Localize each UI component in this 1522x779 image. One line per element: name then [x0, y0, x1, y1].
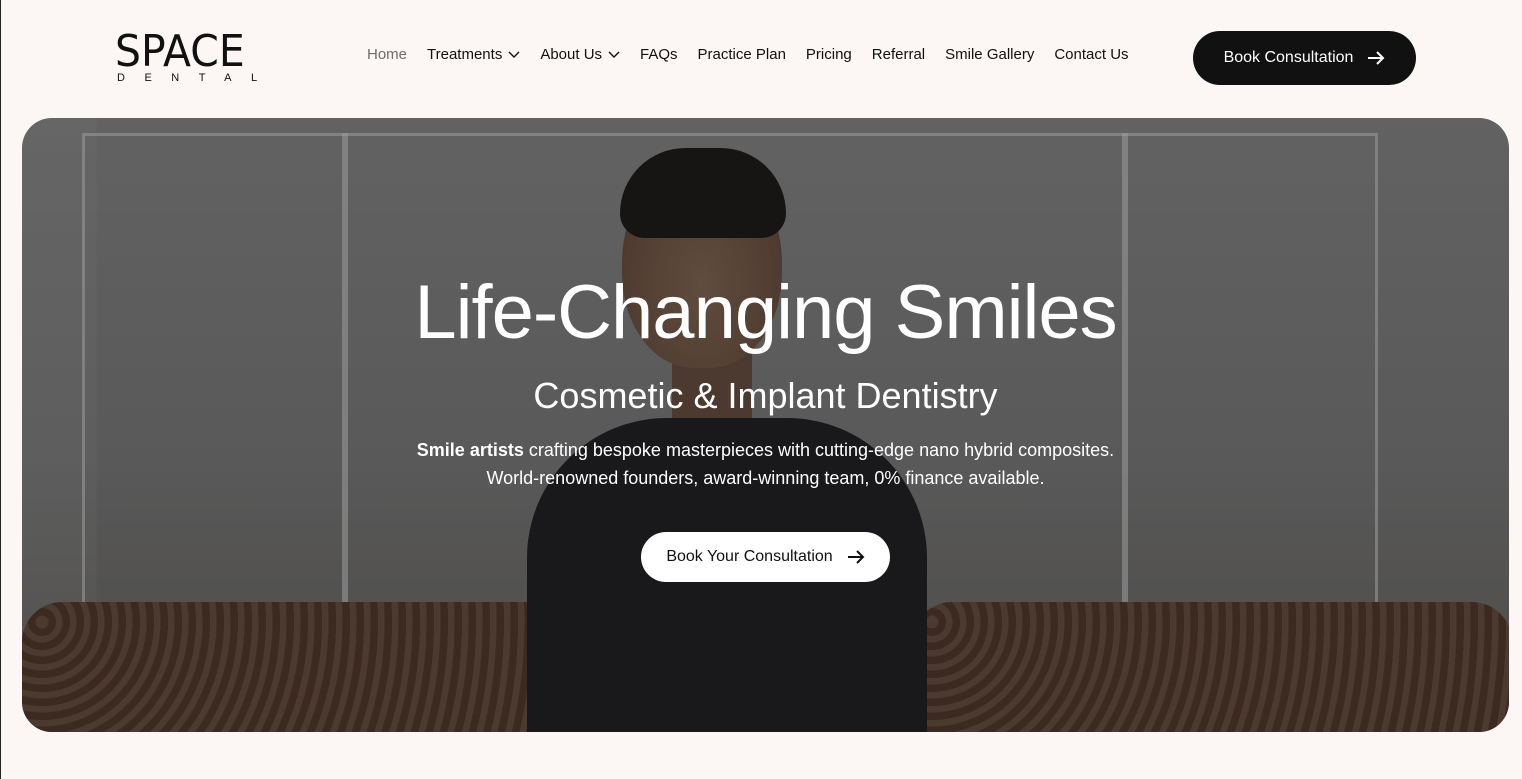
nav-pricing[interactable]: Pricing: [806, 46, 852, 63]
hero-description-bold: Smile artists: [416, 440, 524, 460]
nav-home-label: Home: [367, 46, 408, 63]
nav-contact-us-label: Contact Us: [1054, 46, 1129, 63]
nav-about-us-label: About Us: [540, 46, 603, 63]
book-consultation-button[interactable]: Book Consultation: [1193, 31, 1416, 85]
book-your-consultation-button[interactable]: Book Your Consultation: [641, 532, 890, 582]
nav-referral-label: Referral: [871, 46, 926, 63]
hero-description: Smile artists crafting bespoke masterpie…: [22, 436, 1509, 492]
nav-treatments[interactable]: Treatments: [427, 46, 520, 63]
arrow-right-icon: [847, 550, 865, 564]
hero-description-line-2: World-renowned founders, award-winning t…: [486, 468, 1045, 488]
arrow-right-icon: [1368, 51, 1385, 65]
book-your-consultation-label: Book Your Consultation: [666, 548, 833, 565]
hero-description-rest: crafting bespoke masterpieces with cutti…: [523, 440, 1115, 460]
nav-about-us[interactable]: About Us: [540, 46, 620, 63]
book-consultation-label: Book Consultation: [1223, 49, 1354, 66]
space-dental-logo[interactable]: SPACE DENTAL: [115, 30, 267, 86]
nav-practice-plan[interactable]: Practice Plan: [698, 46, 786, 63]
hero-subtitle: Cosmetic & Implant Dentistry: [533, 375, 998, 416]
nav-home[interactable]: Home: [367, 46, 407, 63]
nav-smile-gallery-label: Smile Gallery: [945, 46, 1035, 63]
hero-content: Life-Changing Smiles Cosmetic & Implant …: [22, 118, 1509, 732]
site-header: SPACE DENTAL Home Treatments About Us FA…: [1, 0, 1522, 116]
hero-title: Life-Changing Smiles: [414, 270, 1117, 355]
logo-wordmark: SPACE: [115, 26, 245, 77]
chevron-down-icon: [608, 51, 620, 58]
chevron-down-icon: [508, 51, 520, 58]
nav-faqs[interactable]: FAQs: [640, 46, 678, 63]
nav-faqs-label: FAQs: [640, 46, 678, 63]
hero-description-line-1: Smile artists crafting bespoke masterpie…: [22, 436, 1509, 464]
nav-practice-plan-label: Practice Plan: [697, 46, 786, 63]
nav-treatments-label: Treatments: [427, 46, 503, 63]
main-nav: Home Treatments About Us FAQs Practice P…: [367, 46, 1149, 63]
nav-contact-us[interactable]: Contact Us: [1054, 46, 1128, 63]
nav-smile-gallery[interactable]: Smile Gallery: [945, 46, 1034, 63]
hero-section: Life-Changing Smiles Cosmetic & Implant …: [22, 118, 1509, 732]
nav-pricing-label: Pricing: [805, 46, 852, 63]
logo-subtitle: DENTAL: [117, 72, 277, 84]
nav-referral[interactable]: Referral: [872, 46, 925, 63]
